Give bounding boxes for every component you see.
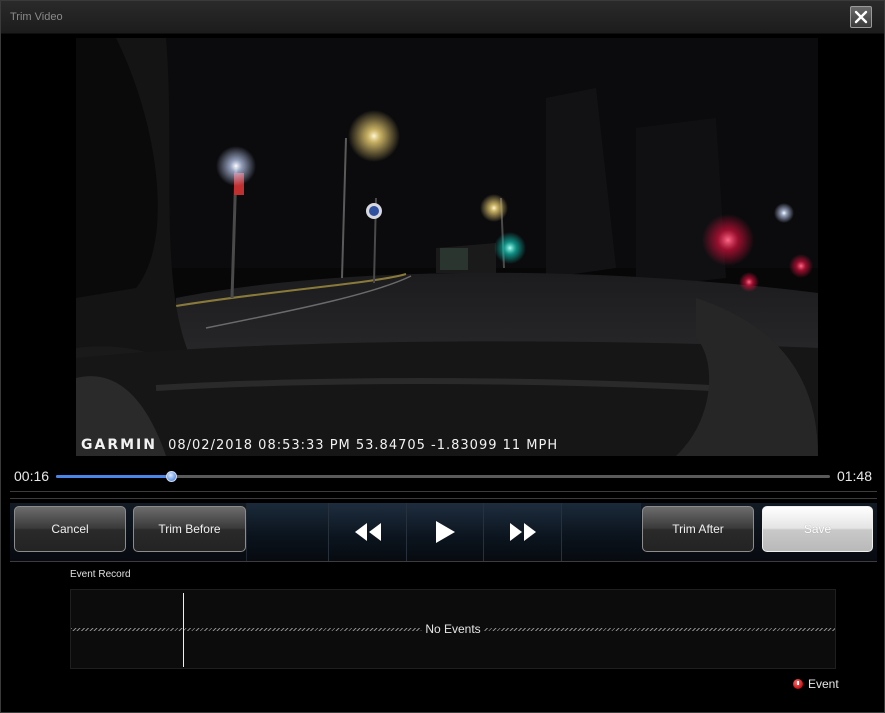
divider (10, 561, 877, 562)
cancel-button[interactable]: Cancel (14, 506, 126, 552)
trim-before-button[interactable]: Trim Before (133, 506, 246, 552)
control-panel-segment (246, 503, 329, 561)
save-button[interactable]: Save (762, 506, 873, 552)
seek-thumb[interactable] (165, 471, 177, 482)
seek-bar[interactable] (56, 471, 830, 482)
close-icon (854, 10, 868, 24)
timeline-playhead[interactable] (183, 593, 184, 667)
divider (10, 498, 877, 499)
video-frame-image (76, 38, 818, 456)
fast-forward-button[interactable] (483, 503, 562, 561)
fast-forward-icon (509, 523, 536, 541)
overlay-info: 08/02/2018 08:53:33 PM 53.84705 -1.83099… (168, 438, 559, 453)
overlay-brand: GARMIN (81, 437, 157, 453)
trim-before-button-label: Trim Before (158, 522, 221, 536)
control-bar: Cancel Trim Before Trim After Save (10, 503, 877, 561)
video-overlay-text: GARMIN 08/02/2018 08:53:33 PM 53.84705 -… (81, 437, 558, 453)
event-record-label: Event Record (70, 569, 131, 580)
rewind-icon (354, 523, 381, 541)
seek-progress (56, 475, 171, 478)
play-button[interactable] (406, 503, 484, 561)
trim-video-window: Trim Video GARMIN 08/02/2018 08:53:33 PM… (0, 0, 885, 713)
total-time: 01:48 (836, 468, 872, 484)
trim-after-button[interactable]: Trim After (642, 506, 754, 552)
divider (10, 491, 877, 492)
save-button-label: Save (803, 522, 832, 536)
video-preview[interactable]: GARMIN 08/02/2018 08:53:33 PM 53.84705 -… (76, 38, 818, 456)
close-button[interactable] (850, 6, 872, 28)
event-legend-label: Event (808, 677, 839, 691)
trim-after-button-label: Trim After (672, 522, 724, 536)
play-icon (436, 521, 455, 543)
event-timeline[interactable]: No Events (70, 589, 836, 669)
cancel-button-label: Cancel (51, 522, 89, 536)
current-time: 00:16 (14, 468, 50, 484)
no-events-text: No Events (421, 622, 485, 636)
title-bar: Trim Video (1, 1, 884, 34)
window-title: Trim Video (10, 11, 63, 23)
event-alert-icon (793, 679, 803, 689)
rewind-button[interactable] (328, 503, 407, 561)
event-legend: Event (793, 677, 839, 691)
control-panel-segment (560, 503, 641, 561)
